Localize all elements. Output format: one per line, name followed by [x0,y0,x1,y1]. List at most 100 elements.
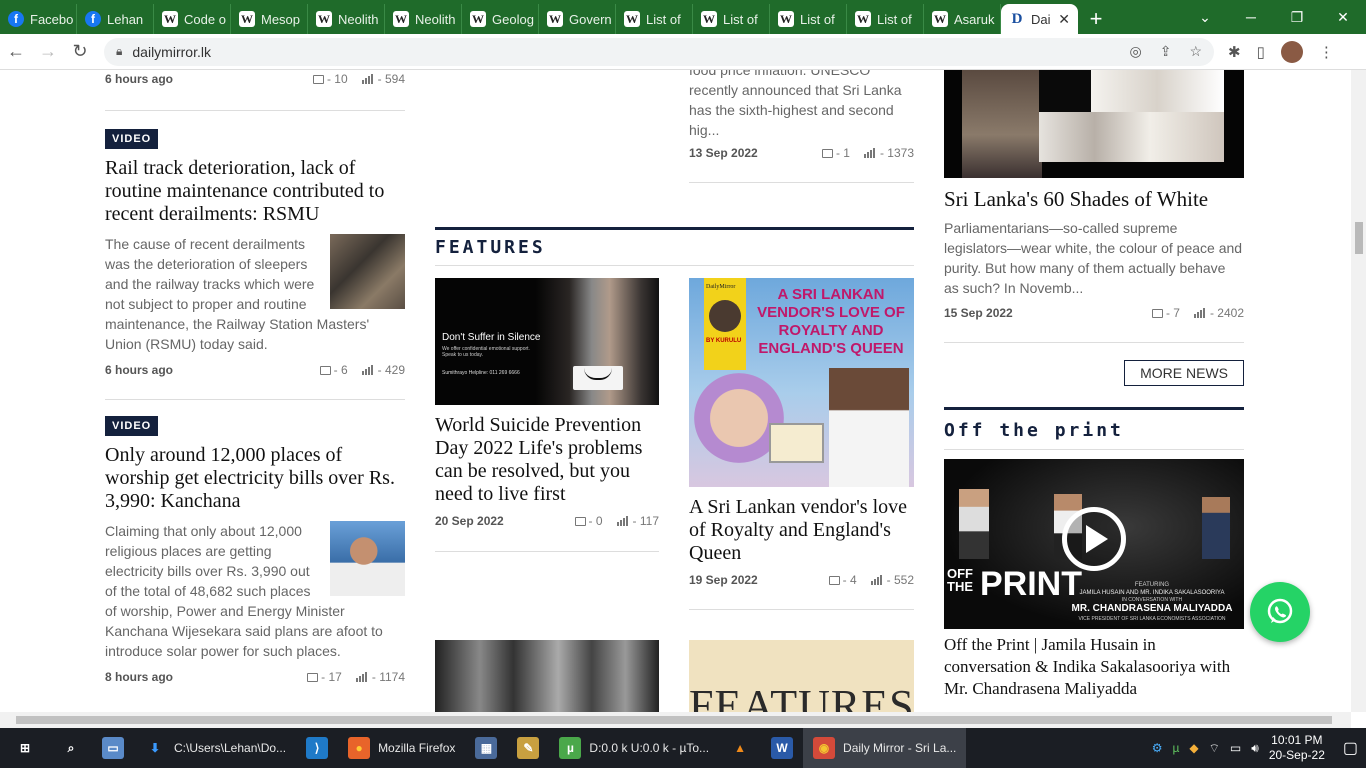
reload-icon[interactable]: ↻ [64,41,96,62]
taskbar-item-word[interactable]: W [761,728,803,768]
tab-4[interactable]: W Neolith [308,4,385,34]
close-window-button[interactable]: ✕ [1320,0,1366,34]
lock-icon[interactable]: 🔒︎ [116,44,122,59]
notification-icon[interactable]: ▢ [1343,738,1358,758]
taskbar-item-chrome[interactable]: ◉ Daily Mirror - Sri La... [803,728,967,768]
article-date: 6 hours ago [105,363,174,377]
feature-image-sri-lankan-vendor[interactable]: DailyMirror BY KURULU A SRI LANKAN VENDO… [689,278,914,487]
article-thumbnail[interactable] [330,521,405,596]
feature-image-features-banner[interactable]: FEATURES [689,640,914,712]
tab-10[interactable]: W List of [770,4,847,34]
taskbar-item-firefox[interactable]: ● Mozilla Firefox [338,728,465,768]
vendor-photo [829,368,909,487]
comment-count[interactable]: - 17 [307,670,342,684]
bookmark-star-icon[interactable]: ☆ [1189,43,1202,60]
comment-count[interactable]: - 10 [312,72,348,86]
section-title[interactable]: FEATURES [435,237,914,258]
share-icon[interactable]: ⇪ [1160,43,1172,60]
battery-icon[interactable]: ▭ [1230,741,1241,755]
tab-2[interactable]: W Code o [154,4,231,34]
feature-image-crowd[interactable] [435,640,659,712]
views-bars-icon [1193,308,1208,318]
views-bars-icon [863,148,878,158]
wikipedia-icon: W [470,11,486,27]
play-button-icon[interactable] [1062,507,1126,571]
firefox-icon: ● [348,737,371,759]
feature-title[interactable]: World Suicide Prevention Day 2022 Life's… [435,414,659,506]
tab-3[interactable]: W Mesop [231,4,308,34]
back-arrow-icon[interactable]: ← [0,41,32,62]
taskbar-item-paint[interactable]: ✎ [507,728,549,768]
horizontal-scrollbar[interactable] [0,712,1351,728]
article-thumbnail[interactable] [330,234,405,309]
comment-count[interactable]: - 7 [1151,306,1180,320]
comment-count[interactable]: - 1 [821,146,850,160]
article-title[interactable]: Only around 12,000 places of worship get… [105,444,405,513]
forward-arrow-icon[interactable]: → [32,41,64,62]
tab-0[interactable]: f Facebo [0,4,77,34]
side-panel-icon[interactable]: ▯ [1257,43,1265,61]
section-title[interactable]: Off the print [944,420,1244,441]
tab-9[interactable]: W List of [693,4,770,34]
whatsapp-share-button[interactable] [1250,582,1310,642]
video-badge[interactable]: VIDEO [105,129,159,149]
scroll-thumb[interactable] [16,716,1332,724]
taskbar-item-calculator[interactable]: ▦ [465,728,507,768]
extensions-puzzle-icon[interactable]: ✱ [1228,43,1241,61]
facebook-icon: f [8,11,24,27]
view-count: - 2402 [1193,306,1244,320]
more-news-button[interactable]: MORE NEWS [1124,360,1244,386]
paint-icon: ✎ [517,737,540,759]
taskbar-item-download-folder[interactable]: ⬇ C:\Users\Lehan\Do... [134,728,296,768]
article-date: 19 Sep 2022 [689,573,758,587]
tracking-eye-icon[interactable]: ◎ [1129,43,1141,60]
wifi-icon[interactable]: ⌔ [1209,741,1220,756]
tab-6[interactable]: W Geolog [462,4,539,34]
tab-8[interactable]: W List of [616,4,693,34]
tray-color-icon[interactable]: ◆ [1189,741,1198,755]
taskbar-item-windows-start[interactable]: ⊞ [0,728,50,768]
tab-label: Neolith [338,11,379,27]
maximize-button[interactable]: ❐ [1274,0,1320,34]
video-title[interactable]: Off the Print | Jamila Husain in convers… [944,634,1244,700]
article-date: 15 Sep 2022 [944,306,1013,320]
vertical-scrollbar[interactable] [1351,70,1366,712]
taskbar-item-search[interactable]: ⌕ [50,728,92,768]
profile-avatar[interactable] [1280,40,1303,63]
article-title[interactable]: Rail track deterioration, lack of routin… [105,157,405,226]
tray-app-icon[interactable]: ⚙ [1152,741,1163,755]
new-tab-button[interactable]: + [1078,4,1114,34]
tab-1[interactable]: f Lehan [77,4,154,34]
comment-count[interactable]: - 6 [319,363,348,377]
views-bars-icon [616,516,631,526]
tab-active-daily-mirror[interactable]: D Dai ✕ [1001,4,1078,34]
comment-count[interactable]: - 0 [574,514,603,528]
url-text[interactable]: dailymirror.lk [132,44,211,60]
feature-title[interactable]: A Sri Lankan vendor's love of Royalty an… [689,496,914,565]
tray-utorrent-icon[interactable]: µ [1172,741,1179,755]
tab-close-icon[interactable]: ✕ [1058,11,1070,28]
tab-12[interactable]: W Asaruk [924,4,1001,34]
tab-7[interactable]: W Govern [539,4,616,34]
article-title[interactable]: Sri Lanka's 60 Shades of White [944,188,1244,211]
taskbar-item-vscode[interactable]: ⟩ [296,728,338,768]
minimize-button[interactable]: ─ [1228,0,1274,34]
taskbar-item-desktop[interactable]: ▭ [92,728,134,768]
comment-icon [319,366,331,375]
article-image-parliament[interactable] [944,70,1244,178]
taskbar-item-vlc[interactable]: ▲ [719,728,761,768]
view-count: - 117 [616,514,659,528]
feature-image-suicide-prevention[interactable]: Don't Suffer in Silence We offer confide… [435,278,659,405]
scroll-thumb[interactable] [1355,222,1363,254]
omnibox[interactable]: 🔒︎ dailymirror.lk ◎ ⇪ ☆ [104,37,1214,66]
comment-count[interactable]: - 4 [828,573,857,587]
volume-icon[interactable]: 🔊︎ [1251,741,1259,756]
tab-search-icon[interactable]: ⌄ [1182,0,1228,34]
video-thumbnail-off-the-print[interactable]: OFF THE PRINT FEATURING JAMILA HUSAIN AND… [944,459,1244,629]
menu-kebab-icon[interactable]: ⋮ [1319,43,1334,61]
tab-11[interactable]: W List of [847,4,924,34]
taskbar-item-utorrent[interactable]: µ D:0.0 k U:0.0 k - µTo... [549,728,719,768]
video-badge[interactable]: VIDEO [105,416,159,436]
tab-5[interactable]: W Neolith [385,4,462,34]
clock[interactable]: 10:01 PM 20-Sep-22 [1269,733,1325,763]
